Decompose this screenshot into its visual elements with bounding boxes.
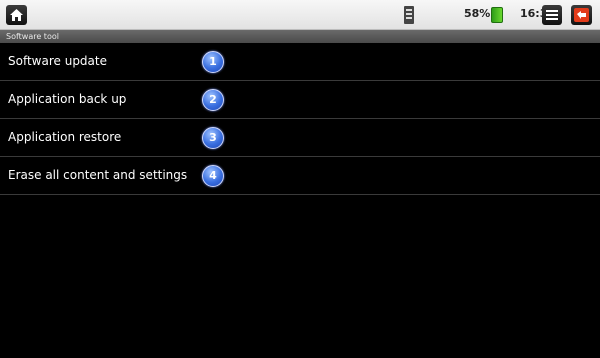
number-badge: 3 — [202, 127, 224, 149]
back-button[interactable] — [571, 5, 592, 25]
wifi-signal-icon — [404, 6, 414, 24]
status-bar: 58% 16:30 — [0, 0, 600, 30]
back-icon — [574, 8, 589, 22]
number-badge: 4 — [202, 165, 224, 187]
list-item-label: Application back up — [8, 92, 127, 106]
list-item-application-back-up[interactable]: Application back up 2 — [0, 81, 600, 119]
number-badge: 1 — [202, 51, 224, 73]
battery-icon — [491, 7, 503, 23]
menu-button[interactable] — [542, 5, 562, 25]
menu-list: Software update 1 Application back up 2 … — [0, 43, 600, 195]
list-item-label: Erase all content and settings — [8, 168, 188, 182]
home-icon — [10, 9, 23, 21]
list-item-erase-all[interactable]: Erase all content and settings 4 — [0, 157, 600, 195]
number-badge: 2 — [202, 89, 224, 111]
list-item-label: Application restore — [8, 130, 122, 144]
battery-percent: 58% — [464, 7, 491, 20]
list-item-label: Software update — [8, 54, 107, 68]
page-title: Software tool — [0, 30, 600, 43]
list-item-application-restore[interactable]: Application restore 3 — [0, 119, 600, 157]
menu-icon — [546, 10, 558, 12]
list-item-software-update[interactable]: Software update 1 — [0, 43, 600, 81]
home-button[interactable] — [6, 5, 27, 25]
